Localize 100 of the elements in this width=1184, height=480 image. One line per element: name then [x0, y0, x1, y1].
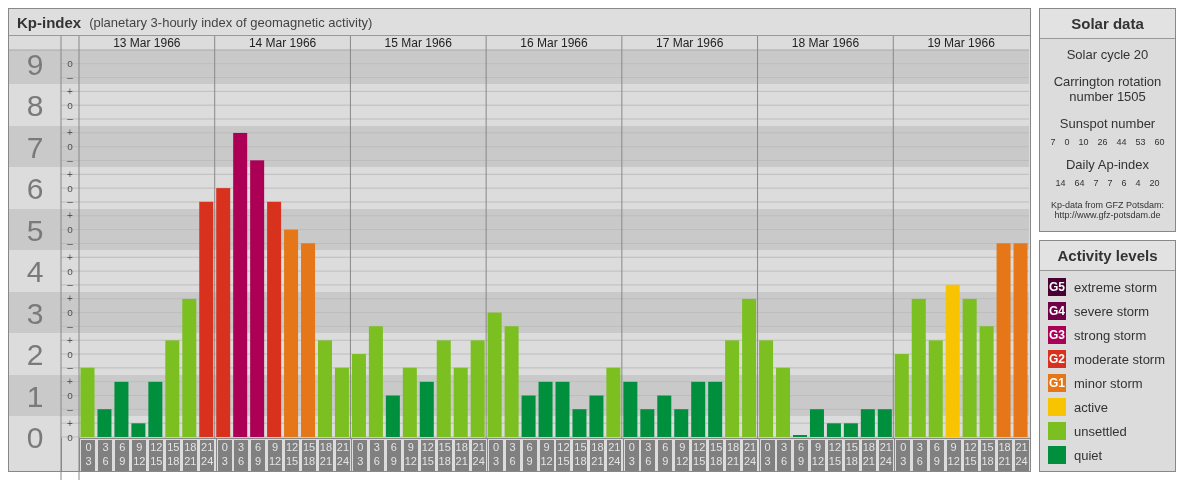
time-slot-label: 3 6 [98, 440, 113, 471]
source-note: Kp-data from GFZ Potsdam: [1050, 200, 1164, 210]
time-slot-label: 15 18 [844, 440, 859, 471]
time-slot-label: 12 15 [692, 440, 707, 471]
time-slot-label: 15 18 [302, 440, 316, 471]
time-slot-label: 6 9 [658, 440, 673, 471]
scale-mark: o [67, 307, 73, 319]
time-slot-label: 18 21 [183, 440, 198, 471]
time-slot-label: 0 3 [896, 440, 911, 471]
scale-mark: + [67, 127, 73, 139]
scale-mark: + [67, 334, 73, 346]
legend-label: quiet [1074, 447, 1103, 463]
ap-index-value: 4 [1135, 178, 1141, 188]
date-label: 13 Mar 1966 [113, 36, 181, 50]
ap-index-value: 14 [1055, 178, 1066, 188]
time-slot-label: 0 3 [81, 440, 96, 471]
scale-mark: o [67, 141, 73, 153]
scale-mark: – [67, 113, 73, 125]
scale-mark: – [67, 72, 73, 83]
scale-mark: o [67, 265, 73, 277]
time-slot-label: 15 18 [573, 440, 588, 471]
scale-mark: o [67, 431, 73, 443]
panel-title: Activity levels [1040, 241, 1175, 271]
ap-index-label: Daily Ap-index [1065, 157, 1150, 172]
axis-tick-label: 7 [26, 130, 44, 164]
time-slot-label: 6 9 [386, 440, 401, 471]
time-slot-label: 18 21 [318, 440, 333, 471]
axis-tick-label: 0 [26, 421, 44, 454]
scale-mark: – [67, 154, 73, 166]
time-slot-label: 12 15 [827, 440, 842, 471]
scale-mark: o [67, 390, 73, 401]
time-slot-label: 3 6 [777, 440, 791, 471]
time-slot-label: 15 18 [980, 440, 995, 471]
time-slot-label: 6 9 [251, 440, 266, 471]
time-slot-label: 15 18 [437, 440, 452, 471]
time-slot-label: 9 12 [946, 440, 961, 471]
date-label: 17 Mar 1966 [656, 36, 724, 50]
legend-swatch: G2 [1048, 350, 1066, 368]
legend-label: minor storm [1074, 375, 1143, 391]
sunspot-number: 44 [1116, 137, 1127, 147]
time-slot-label: 21 24 [1014, 440, 1029, 471]
sunspot-number: 60 [1154, 137, 1165, 147]
scale-mark: + [67, 85, 73, 97]
time-slot-label: 21 24 [607, 440, 622, 471]
time-slot-label: 9 12 [539, 440, 554, 471]
time-slot-label: 12 15 [285, 440, 300, 471]
scale-mark: + [67, 210, 73, 222]
scale-mark: – [67, 403, 73, 415]
chart-subtitle: (planetary 3-hourly index of geomagnetic activity) [89, 14, 373, 30]
time-slot-label: 3 6 [369, 440, 384, 471]
axis-tick-label: 8 [26, 89, 44, 123]
legend-label: extreme storm [1074, 279, 1158, 295]
time-slot-label: 18 21 [997, 440, 1012, 471]
time-slot-label: 3 6 [912, 440, 927, 471]
time-slot-label: 0 3 [760, 440, 775, 471]
time-slot-label: 0 3 [624, 440, 639, 471]
ap-index-value: 7 [1093, 178, 1099, 188]
scale-mark: + [67, 417, 73, 429]
legend-swatch: G4 [1048, 302, 1066, 320]
scale-mark: + [67, 168, 73, 180]
time-slot-label: 0 3 [489, 440, 504, 471]
legend-label: unsettled [1074, 423, 1127, 439]
time-slot-label: 6 9 [522, 440, 537, 471]
axis-tick-label: 3 [26, 296, 44, 330]
time-slot-label: 6 9 [929, 440, 944, 471]
axis-tick-label: 4 [26, 255, 44, 289]
legend-label: strong storm [1074, 327, 1147, 343]
time-slot-label: 18 21 [861, 440, 876, 471]
time-slot-label: 12 15 [149, 440, 164, 471]
time-slot-label: 9 12 [675, 440, 690, 471]
source-link[interactable]: http://www.gfz-potsdam.de [1054, 210, 1161, 220]
time-slot-label: 21 24 [335, 440, 350, 471]
time-slot-label: 15 18 [166, 440, 181, 471]
time-slot-label: 15 18 [709, 440, 724, 471]
time-slot-label: 0 3 [217, 440, 232, 471]
time-slot-label: 3 6 [234, 440, 249, 471]
scale-mark: + [67, 293, 73, 305]
carrington-rotation: Carrington rotation number 1505 [1052, 74, 1163, 104]
time-slot-label: 18 21 [726, 440, 741, 471]
legend-swatch: G5 [1048, 278, 1066, 296]
date-label: 14 Mar 1966 [248, 36, 317, 50]
ap-index-value: 64 [1074, 178, 1085, 188]
ap-index-value: 6 [1121, 178, 1127, 188]
axis-tick-label: 6 [26, 172, 44, 206]
scale-mark: o [67, 224, 73, 236]
scale-mark: o [67, 58, 73, 70]
sunspot-number: 7 [1050, 137, 1056, 147]
time-slot-label: 9 12 [268, 440, 283, 471]
scale-mark: – [67, 279, 73, 291]
scale-mark: o [67, 182, 73, 194]
time-slot-label: 12 15 [556, 440, 571, 471]
axis-tick-label: 5 [26, 213, 44, 247]
time-slot-label: 21 24 [471, 440, 486, 471]
time-slot-label: 21 24 [200, 440, 215, 471]
scale-mark: o [67, 99, 73, 111]
time-slot-label: 3 6 [641, 440, 656, 471]
scale-mark: o [67, 348, 73, 360]
scale-mark: + [67, 376, 73, 388]
sunspot-number: 53 [1135, 137, 1146, 147]
legend-swatch: G1 [1048, 374, 1066, 392]
